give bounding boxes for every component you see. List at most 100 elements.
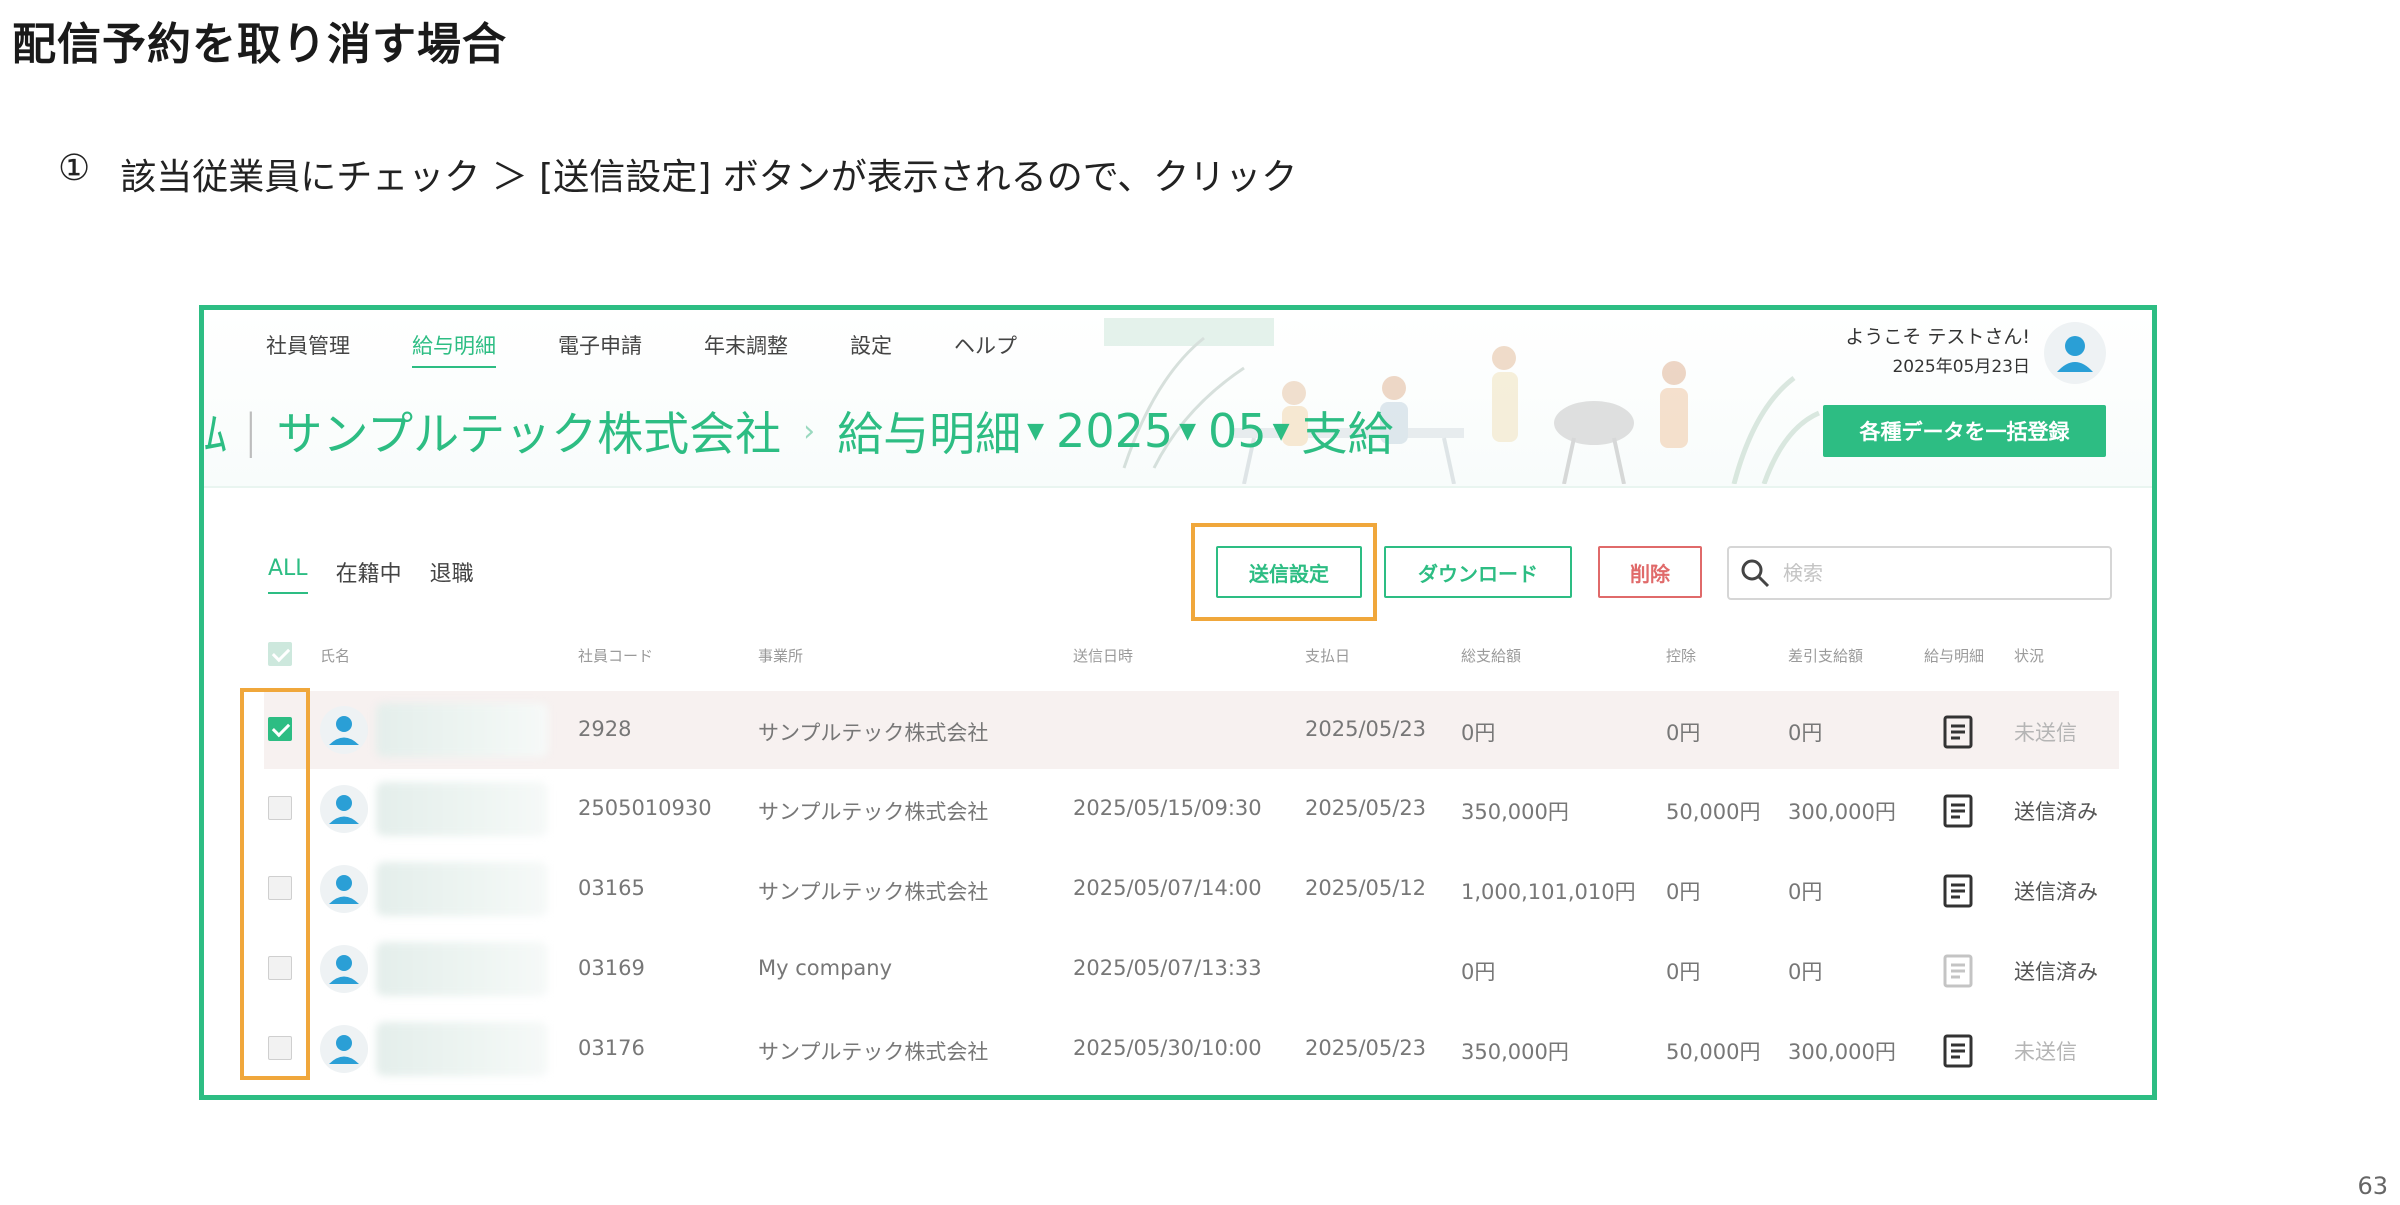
- status-badge: 送信済み: [2014, 800, 2098, 824]
- avatar: [320, 865, 368, 913]
- filter-tab-active[interactable]: 在籍中: [336, 556, 402, 594]
- avatar: [320, 945, 368, 993]
- pay-date: 2025/05/12: [1305, 876, 1427, 900]
- caret-down-icon[interactable]: ▼: [1179, 419, 1196, 444]
- avatar: [320, 785, 368, 833]
- checkbox-column-highlight: [240, 688, 310, 1080]
- instruction: ① 該当従業員にチェック ＞ [送信設定] ボタンが表示されるので、クリック: [58, 148, 1297, 200]
- status-badge: 未送信: [2014, 1040, 2077, 1064]
- user-icon: [329, 1035, 359, 1064]
- office: My company: [758, 956, 893, 980]
- status-badge: 送信済み: [2014, 880, 2098, 904]
- net-pay: 0円: [1788, 880, 1823, 904]
- filter-tab-all[interactable]: ALL: [268, 556, 308, 594]
- office: サンプルテック株式会社: [758, 800, 989, 824]
- employee-name-blurred: [376, 703, 548, 757]
- nav-item-year-end[interactable]: 年末調整: [704, 330, 788, 368]
- search-icon: [1741, 559, 1770, 588]
- header-office: 事業所: [758, 647, 804, 665]
- chevron-right-icon: ›: [803, 413, 816, 449]
- top-nav: 社員管理 給与明細 電子申請 年末調整 設定 ヘルプ: [266, 330, 1017, 368]
- table-row[interactable]: 03176 サンプルテック株式会社 2025/05/30/10:00 2025/…: [264, 1010, 2119, 1088]
- payslip-document-icon[interactable]: [1943, 874, 1973, 908]
- table-header: 氏名 社員コード 事業所 送信日時 支払日 総支給額 控除 差引支給額 給与明細…: [204, 637, 2152, 671]
- gross-pay: 350,000円: [1461, 800, 1569, 824]
- office: サンプルテック株式会社: [758, 880, 989, 904]
- payslip-document-icon[interactable]: [1943, 954, 1973, 988]
- caret-down-icon[interactable]: ▼: [1273, 419, 1290, 444]
- welcome-block: ようこそ テストさん! 2025年05月23日: [1845, 322, 2030, 382]
- office: サンプルテック株式会社: [758, 1040, 989, 1064]
- employee-code: 03176: [578, 1036, 645, 1060]
- current-date: 2025年05月23日: [1892, 357, 2030, 377]
- filter-tab-retired[interactable]: 退職: [430, 556, 474, 594]
- breadcrumb-section[interactable]: 給与明細: [837, 398, 1021, 464]
- payslip-document-icon[interactable]: [1943, 1034, 1973, 1068]
- status-badge: 未送信: [2014, 721, 2077, 745]
- net-pay: 300,000円: [1788, 1040, 1896, 1064]
- gross-pay: 350,000円: [1461, 1040, 1569, 1064]
- header-payslip: 給与明細: [1924, 647, 1985, 665]
- breadcrumb-divider: |: [243, 404, 259, 458]
- sent-at: 2025/05/15/09:30: [1073, 796, 1262, 820]
- welcome-message: ようこそ テストさん!: [1845, 326, 2030, 348]
- user-avatar[interactable]: [2044, 322, 2106, 384]
- header-gross: 総支給額: [1461, 647, 1522, 665]
- status-badge: 送信済み: [2014, 960, 2098, 984]
- gross-pay: 0円: [1461, 960, 1496, 984]
- pay-date: 2025/05/23: [1305, 1036, 1427, 1060]
- table-row[interactable]: 03169 My company 2025/05/07/13:33 0円 0円 …: [264, 930, 2119, 1008]
- sent-at: 2025/05/07/13:33: [1073, 956, 1262, 980]
- nav-item-employee[interactable]: 社員管理: [266, 330, 350, 368]
- breadcrumb-company[interactable]: サンプルテック株式会社: [277, 398, 782, 464]
- deduction: 0円: [1666, 721, 1701, 745]
- app-header: 社員管理 給与明細 電子申請 年末調整 設定 ヘルプ ﾑ | サンプルテック株式…: [204, 310, 2152, 488]
- employee-name-blurred: [376, 862, 548, 916]
- nav-item-e-application[interactable]: 電子申請: [558, 330, 642, 368]
- payslip-document-icon[interactable]: [1943, 715, 1973, 749]
- gross-pay: 1,000,101,010円: [1461, 880, 1636, 904]
- breadcrumb-year[interactable]: 2025: [1056, 404, 1173, 458]
- step-number: ①: [58, 148, 91, 189]
- nav-item-settings[interactable]: 設定: [850, 330, 892, 368]
- employee-code: 2505010930: [578, 796, 712, 820]
- employee-name-blurred: [376, 1022, 548, 1076]
- header-sent-at: 送信日時: [1073, 647, 1134, 665]
- net-pay: 0円: [1788, 960, 1823, 984]
- header-net: 差引支給額: [1788, 647, 1864, 665]
- user-icon: [329, 955, 359, 984]
- deduction: 50,000円: [1666, 1040, 1761, 1064]
- employee-code: 03165: [578, 876, 645, 900]
- payslip-document-icon[interactable]: [1943, 794, 1973, 828]
- user-icon: [329, 875, 359, 904]
- header-code: 社員コード: [578, 647, 654, 665]
- delete-button[interactable]: 削除: [1598, 546, 1702, 598]
- header-status: 状況: [2014, 647, 2045, 665]
- user-icon: [329, 716, 359, 745]
- search-input[interactable]: [1783, 561, 2083, 585]
- table-row[interactable]: 03165 サンプルテック株式会社 2025/05/07/14:00 2025/…: [264, 850, 2119, 928]
- send-settings-highlight: [1191, 523, 1377, 621]
- avatar: [320, 706, 368, 754]
- employee-name-blurred: [376, 942, 548, 996]
- filter-tabs: ALL 在籍中 退職: [268, 556, 474, 594]
- deduction: 0円: [1666, 960, 1701, 984]
- employee-code: 03169: [578, 956, 645, 980]
- breadcrumb-truncated: ﾑ: [204, 407, 227, 461]
- download-button[interactable]: ダウンロード: [1384, 546, 1572, 598]
- breadcrumb-type[interactable]: 支給: [1302, 398, 1394, 464]
- gross-pay: 0円: [1461, 721, 1496, 745]
- nav-item-payslip[interactable]: 給与明細: [412, 330, 496, 368]
- nav-item-help[interactable]: ヘルプ: [954, 330, 1017, 368]
- breadcrumb-month[interactable]: 05: [1208, 404, 1267, 458]
- bulk-register-button[interactable]: 各種データを一括登録: [1823, 405, 2106, 457]
- table-row[interactable]: 2928 サンプルテック株式会社 2025/05/23 0円 0円 0円 未送信: [264, 691, 2119, 769]
- office: サンプルテック株式会社: [758, 721, 989, 745]
- header-name: 氏名: [320, 647, 351, 665]
- select-all-checkbox[interactable]: [268, 642, 292, 666]
- search-box[interactable]: [1727, 546, 2112, 600]
- table-row[interactable]: 2505010930 サンプルテック株式会社 2025/05/15/09:30 …: [264, 770, 2119, 848]
- avatar: [320, 1025, 368, 1073]
- header-pay-date: 支払日: [1305, 647, 1351, 665]
- caret-down-icon[interactable]: ▼: [1027, 419, 1044, 444]
